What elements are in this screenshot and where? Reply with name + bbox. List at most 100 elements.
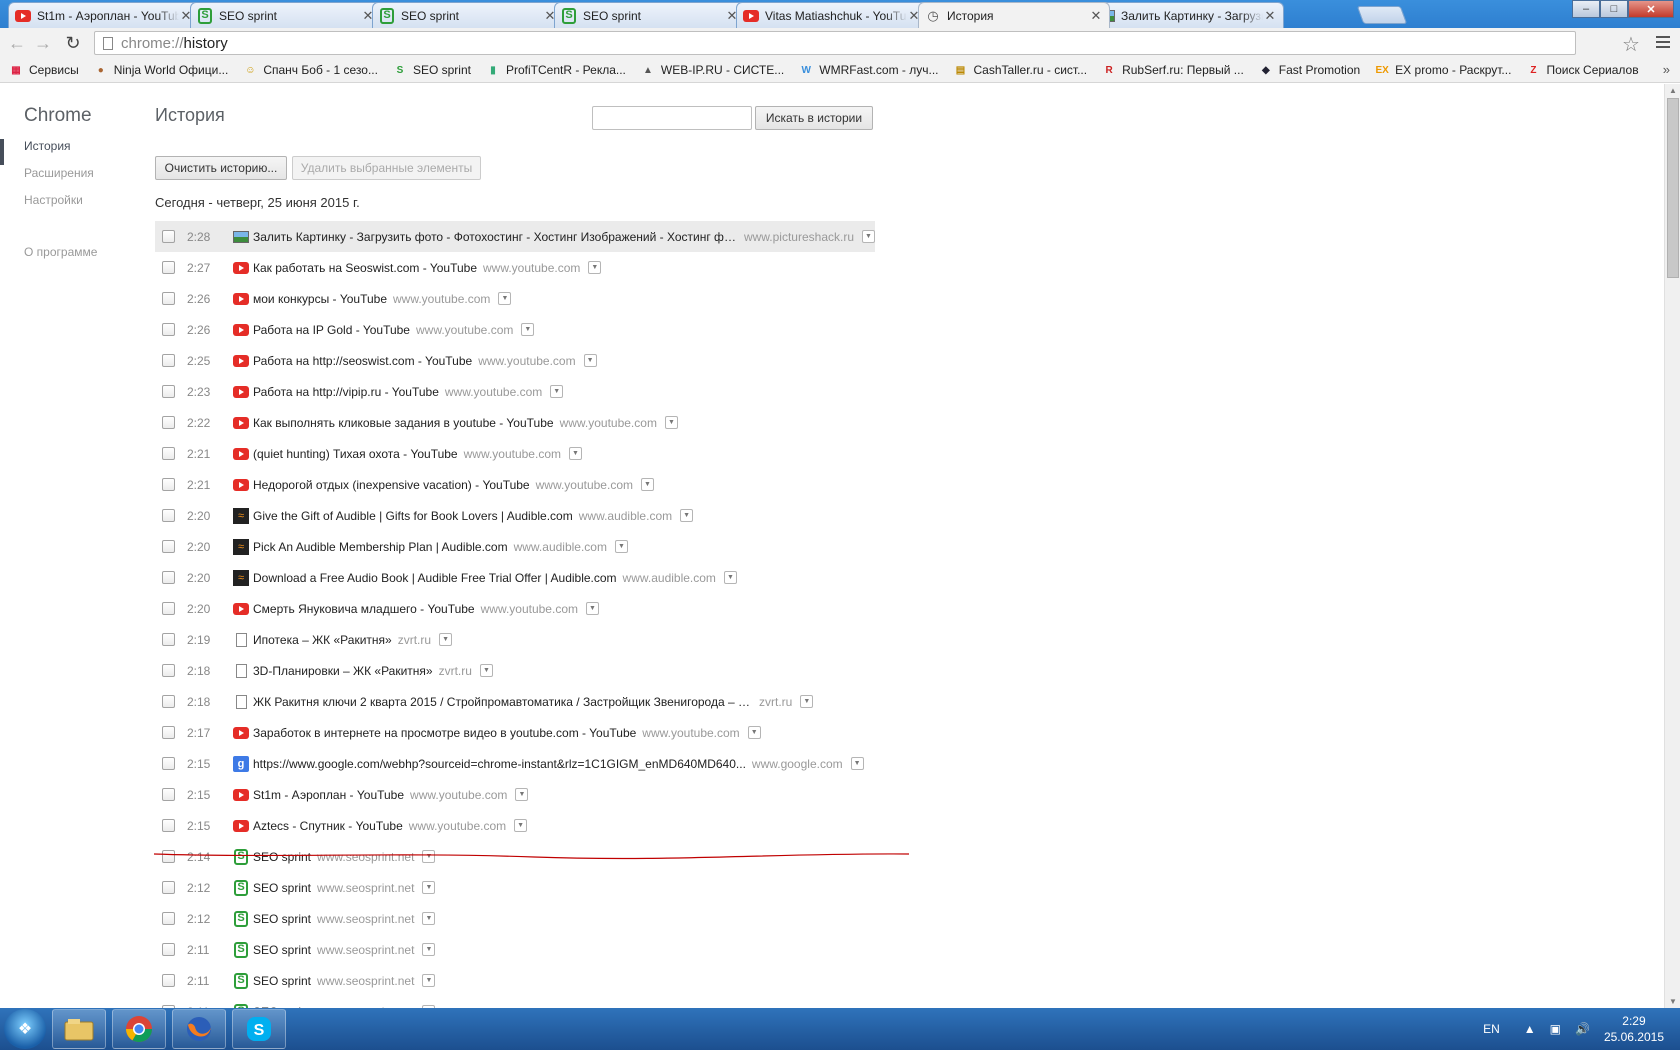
chrome-taskbar-icon[interactable]	[112, 1009, 166, 1049]
bookmark-item[interactable]: ▮ ProfiTCentR - Рекла...	[485, 62, 626, 78]
entry-menu-icon[interactable]: ▼	[479, 664, 493, 677]
entry-menu-icon[interactable]: ▼	[723, 571, 737, 584]
close-window-button[interactable]: ✕	[1628, 0, 1674, 18]
entry-checkbox[interactable]	[162, 943, 175, 956]
history-entry[interactable]: 2:27 Как работать на Seoswist.com - YouTu…	[155, 252, 875, 283]
history-entry[interactable]: 2:22 Как выполнять кликовые задания в you…	[155, 407, 875, 438]
entry-title-link[interactable]: Недорогой отдых (inexpensive vacation) -…	[253, 478, 530, 492]
search-history-button[interactable]: Искать в истории	[755, 106, 873, 130]
history-entry[interactable]: 2:25 Работа на http://seoswist.com - YouT…	[155, 345, 875, 376]
remove-selected-button[interactable]: Удалить выбранные элементы	[292, 156, 481, 180]
entry-title-link[interactable]: SEO sprint	[253, 881, 311, 895]
entry-checkbox[interactable]	[162, 726, 175, 739]
history-entry[interactable]: 2:18 ЖК Ракитня ключи 2 квартa 2015 / Стр…	[155, 686, 875, 717]
bookmark-star-icon[interactable]: ☆	[1622, 32, 1640, 57]
bookmark-item[interactable]: ☺ Спанч Боб - 1 сезо...	[242, 62, 378, 78]
entry-title-link[interactable]: Работа на http://vipip.ru - YouTube	[253, 385, 439, 399]
sidebar-item-history[interactable]: История	[24, 139, 71, 153]
page-scrollbar[interactable]: ▲ ▼	[1664, 84, 1680, 1008]
new-tab-button[interactable]	[1356, 6, 1408, 24]
history-entry[interactable]: 2:23 Работа на http://vipip.ru - YouTube w…	[155, 376, 875, 407]
entry-checkbox[interactable]	[162, 509, 175, 522]
entry-title-link[interactable]: SEO sprint	[253, 943, 311, 957]
history-entry[interactable]: 2:15 g https://www.google.com/webhp?source…	[155, 748, 875, 779]
entry-title-link[interactable]: SEO sprint	[253, 974, 311, 988]
bookmark-item[interactable]: R RubSerf.ru: Первый ...	[1101, 62, 1243, 78]
entry-menu-icon[interactable]: ▼	[521, 323, 535, 336]
tab-0[interactable]: St1m - Аэроплан - YouTube ✕	[8, 2, 200, 28]
entry-menu-icon[interactable]: ▼	[422, 912, 436, 925]
history-entry[interactable]: 2:20 ≈ Pick An Audible Membership Plan | A…	[155, 531, 875, 562]
maximize-button[interactable]: □	[1600, 0, 1628, 18]
entry-checkbox[interactable]	[162, 292, 175, 305]
entry-title-link[interactable]: Download a Free Audio Book | Audible Fre…	[253, 571, 617, 585]
entry-title-link[interactable]: SEO sprint	[253, 912, 311, 926]
entry-checkbox[interactable]	[162, 819, 175, 832]
address-bar[interactable]: chrome://history	[94, 31, 1576, 55]
entry-title-link[interactable]: Как выполнять кликовые задания в youtube…	[253, 416, 554, 430]
tab-1[interactable]: S SEO sprint ✕	[190, 2, 382, 28]
entry-title-link[interactable]: Смерть Януковича младшего - YouTube	[253, 602, 475, 616]
bookmark-item[interactable]: S SEO sprint	[392, 62, 471, 78]
scroll-up-icon[interactable]: ▲	[1669, 86, 1677, 95]
history-entry[interactable]: 2:19 Ипотека – ЖК «Ракитня» zvrt.ru ▼	[155, 624, 875, 655]
forward-button[interactable]: →	[32, 32, 54, 54]
tray-expand-icon[interactable]: ▲	[1524, 1022, 1536, 1036]
start-button[interactable]: ❖	[4, 1009, 46, 1049]
entry-checkbox[interactable]	[162, 912, 175, 925]
entry-title-link[interactable]: Как работать на Seoswist.com - YouTube	[253, 261, 477, 275]
sidebar-item-extensions[interactable]: Расширения	[24, 166, 94, 180]
back-button[interactable]: ←	[6, 32, 28, 54]
entry-title-link[interactable]: (quiet hunting) Тихая охота - YouTube	[253, 447, 458, 461]
entry-title-link[interactable]: Give the Gift of Audible | Gifts for Boo…	[253, 509, 573, 523]
history-entry[interactable]: 2:20 ≈ Give the Gift of Audible | Gifts fo…	[155, 500, 875, 531]
history-entry[interactable]: 2:26 Работа на IP Gold - YouTube www.youtu…	[155, 314, 875, 345]
tab-3[interactable]: S SEO sprint ✕	[554, 2, 746, 28]
history-entry[interactable]: 2:21 (quiet hunting) Тихая охота - YouTub…	[155, 438, 875, 469]
bookmark-item[interactable]: ▦ Сервисы	[8, 62, 78, 78]
language-indicator[interactable]: EN	[1483, 1022, 1500, 1036]
entry-title-link[interactable]: St1m - Аэроплан - YouTube	[253, 788, 404, 802]
history-entry[interactable]: 2:18 3D-Планировки – ЖК «Ракитня» zvrt.ru ▼	[155, 655, 875, 686]
clear-history-button[interactable]: Очистить историю...	[155, 156, 287, 180]
entry-title-link[interactable]: https://www.google.com/webhp?sourceid=ch…	[253, 757, 746, 771]
tab-close-icon[interactable]: ✕	[1263, 8, 1277, 24]
entry-menu-icon[interactable]: ▼	[800, 695, 814, 708]
entry-title-link[interactable]: Ипотека – ЖК «Ракитня»	[253, 633, 392, 647]
history-entry[interactable]: 2:28 Залить Картинку - Загрузить фото - Ф…	[155, 221, 875, 252]
entry-checkbox[interactable]	[162, 323, 175, 336]
entry-checkbox[interactable]	[162, 602, 175, 615]
entry-checkbox[interactable]	[162, 974, 175, 987]
entry-checkbox[interactable]	[162, 695, 175, 708]
history-entry[interactable]: 2:20 Смерть Януковича младшего - YouTube w…	[155, 593, 875, 624]
entry-menu-icon[interactable]: ▼	[569, 447, 582, 460]
bookmarks-overflow-button[interactable]: »	[1663, 62, 1670, 77]
entry-checkbox[interactable]	[162, 385, 175, 398]
history-entry[interactable]: 2:12 S SEO sprint www.seosprint.net ▼	[155, 903, 875, 934]
entry-title-link[interactable]: Работа на IP Gold - YouTube	[253, 323, 410, 337]
volume-icon[interactable]: 🔊	[1575, 1022, 1590, 1036]
entry-title-link[interactable]: ЖК Ракитня ключи 2 квартa 2015 / Стройпр…	[253, 695, 753, 709]
tab-5[interactable]: ◷ История ✕	[918, 2, 1110, 28]
entry-title-link[interactable]: Aztecs - Спутник - YouTube	[253, 819, 403, 833]
bookmark-item[interactable]: EX EX promo - Раскрут...	[1374, 62, 1512, 78]
tab-6[interactable]: Залить Картинку - Загрузить✕	[1092, 2, 1284, 28]
network-icon[interactable]: ▣	[1550, 1022, 1561, 1036]
bookmark-item[interactable]: Z Поиск Сериалов	[1525, 62, 1638, 78]
entry-menu-icon[interactable]: ▼	[515, 788, 529, 801]
entry-menu-icon[interactable]: ▼	[498, 292, 512, 305]
entry-menu-icon[interactable]: ▼	[422, 881, 436, 894]
entry-menu-icon[interactable]: ▼	[422, 943, 436, 956]
entry-menu-icon[interactable]: ▼	[514, 819, 528, 832]
entry-title-link[interactable]: Pick An Audible Membership Plan | Audibl…	[253, 540, 508, 554]
sidebar-item-about[interactable]: О программе	[24, 245, 97, 259]
entry-menu-icon[interactable]: ▼	[680, 509, 694, 522]
entry-checkbox[interactable]	[162, 447, 175, 460]
entry-title-link[interactable]: Залить Картинку - Загрузить фото - Фотох…	[253, 230, 738, 244]
chrome-menu-icon[interactable]	[1656, 36, 1670, 51]
tab-4[interactable]: Vitas Matiashchuk - YouTube ✕	[736, 2, 928, 28]
minimize-button[interactable]: –	[1572, 0, 1600, 18]
history-entry[interactable]: 2:17 Заработок в интернете на просмотре в…	[155, 717, 875, 748]
history-entry[interactable]: 2:26 мои конкурсы - YouTube www.youtube.co…	[155, 283, 875, 314]
entry-checkbox[interactable]	[162, 788, 175, 801]
